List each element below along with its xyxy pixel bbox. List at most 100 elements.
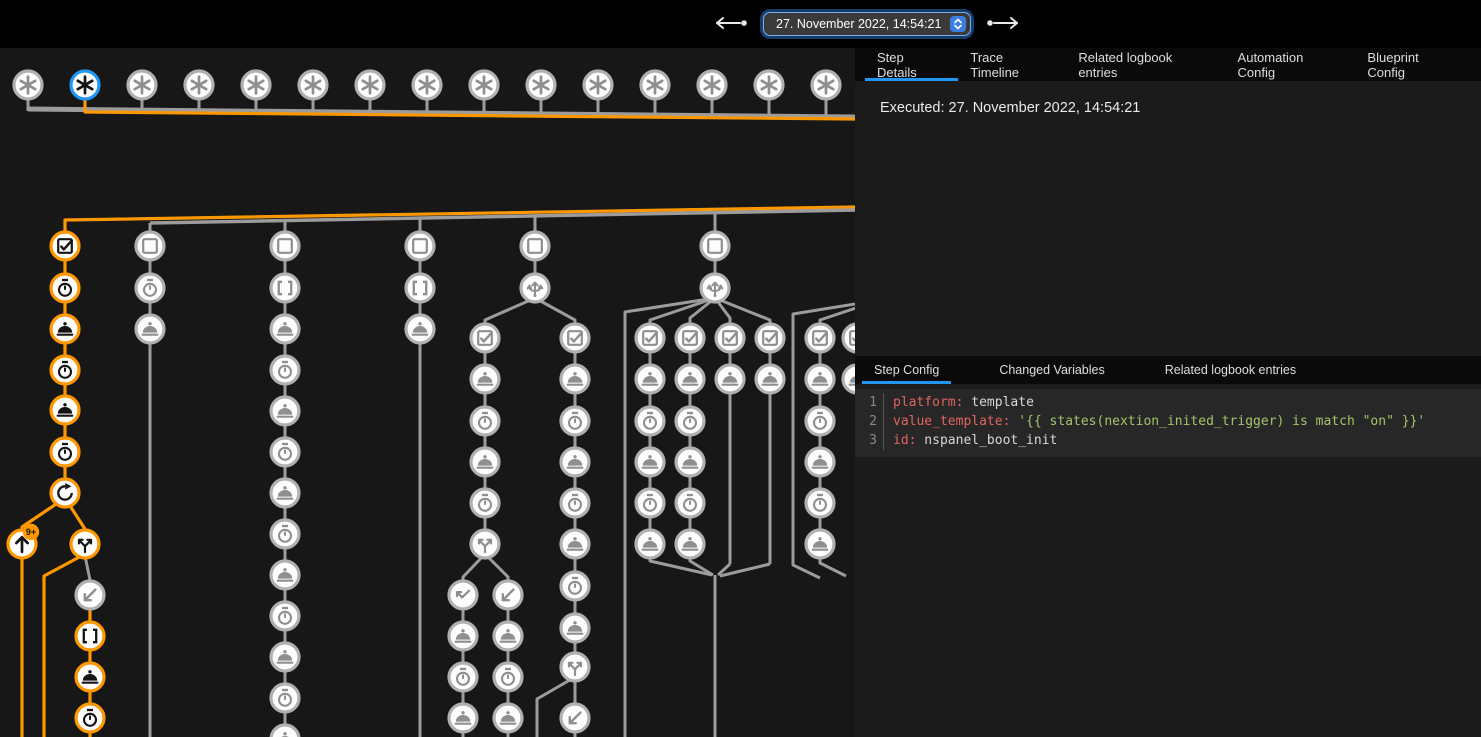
trace-node-asterisk-trigger-icon[interactable] (812, 71, 840, 99)
trace-node-checkbox-condition-icon[interactable] (561, 324, 589, 352)
trace-run-selector[interactable]: 27. November 2022, 14:54:21 (763, 12, 971, 36)
trace-node-service-call-icon[interactable] (271, 725, 299, 737)
trace-node-service-call-icon[interactable] (494, 704, 522, 732)
trace-node-timer-delay-icon[interactable] (136, 274, 164, 302)
trace-node-asterisk-trigger-icon[interactable] (299, 71, 327, 99)
trace-node-timer-delay-icon[interactable] (51, 356, 79, 384)
trace-node-service-call-icon[interactable] (471, 448, 499, 476)
trace-node-service-call-icon[interactable] (271, 479, 299, 507)
trace-node-service-call-icon[interactable] (471, 365, 499, 393)
tab-automation-config[interactable]: Automation Config (1226, 48, 1356, 81)
trace-node-asterisk-trigger-icon[interactable] (698, 71, 726, 99)
trace-node-checkbox-condition-icon[interactable] (636, 324, 664, 352)
trace-node-checkbox-condition-icon[interactable] (806, 324, 834, 352)
trace-node-arrow-bottom-left-icon[interactable] (494, 581, 522, 609)
trace-node-service-call-icon[interactable] (136, 315, 164, 343)
trace-node-timer-delay-icon[interactable] (471, 407, 499, 435)
trace-node-service-call-icon[interactable] (271, 561, 299, 589)
trace-node-asterisk-trigger-icon[interactable] (185, 71, 213, 99)
trace-node-asterisk-trigger-icon[interactable] (755, 71, 783, 99)
trace-node-asterisk-trigger-icon[interactable] (14, 71, 42, 99)
trace-node-checkbox-condition-icon[interactable] (716, 324, 744, 352)
trace-node-service-call-icon[interactable] (406, 315, 434, 343)
trace-node-decision-choose-icon[interactable] (701, 274, 729, 302)
trace-node-timer-delay-icon[interactable] (271, 438, 299, 466)
trace-node-service-call-icon[interactable] (271, 643, 299, 671)
trace-node-timer-delay-icon[interactable] (494, 663, 522, 691)
trace-node-service-call-icon[interactable] (449, 622, 477, 650)
trace-node-asterisk-trigger-icon[interactable] (527, 71, 555, 99)
trace-node-brackets-template-icon[interactable] (406, 274, 434, 302)
trace-node-asterisk-trigger-icon[interactable] (128, 71, 156, 99)
trace-node-timer-delay-icon[interactable] (676, 489, 704, 517)
trace-node-square-condition-icon[interactable] (271, 232, 299, 260)
trace-node-square-condition-icon[interactable] (521, 232, 549, 260)
trace-node-brackets-template-icon[interactable] (271, 274, 299, 302)
trace-node-timer-delay-icon[interactable] (471, 489, 499, 517)
previous-run-button[interactable] (712, 14, 750, 35)
trace-node-square-condition-icon[interactable] (406, 232, 434, 260)
trace-node-asterisk-trigger-icon[interactable] (356, 71, 384, 99)
trace-node-service-call-icon[interactable] (494, 622, 522, 650)
trace-node-asterisk-trigger-icon[interactable] (470, 71, 498, 99)
trace-node-decision-choose-icon[interactable] (521, 274, 549, 302)
tab-related-logbook-entries[interactable]: Related logbook entries (1066, 48, 1225, 81)
trace-graph[interactable]: 9+ (0, 48, 855, 737)
trace-node-timer-delay-icon[interactable] (51, 274, 79, 302)
trace-node-service-call-icon[interactable] (561, 530, 589, 558)
trace-node-checkbox-condition-icon[interactable] (471, 324, 499, 352)
trace-node-service-call-icon[interactable] (806, 530, 834, 558)
trace-node-checkbox-condition-icon[interactable] (676, 324, 704, 352)
tab-step-details[interactable]: Step Details (865, 48, 958, 81)
trace-node-service-call-icon[interactable] (51, 315, 79, 343)
trace-node-square-condition-icon[interactable] (136, 232, 164, 260)
trace-node-timer-delay-icon[interactable] (271, 684, 299, 712)
config-tab-step-config[interactable]: Step Config (862, 356, 951, 384)
trace-node-split-choose-icon[interactable] (71, 530, 99, 558)
trace-node-service-call-icon[interactable] (756, 365, 784, 393)
trace-node-timer-delay-icon[interactable] (806, 407, 834, 435)
trace-node-timer-delay-icon[interactable] (449, 663, 477, 691)
trace-node-asterisk-trigger-icon[interactable] (413, 71, 441, 99)
trace-node-timer-delay-icon[interactable] (676, 407, 704, 435)
trace-node-checkbox-condition-icon[interactable] (756, 324, 784, 352)
trace-node-service-call-icon[interactable] (676, 448, 704, 476)
trace-node-service-call-icon[interactable] (449, 704, 477, 732)
trace-node-timer-delay-icon[interactable] (561, 407, 589, 435)
tab-trace-timeline[interactable]: Trace Timeline (958, 48, 1066, 81)
step-config-code-editor[interactable]: 1platform: template2value_template: '{{ … (855, 389, 1481, 457)
trace-node-split-choose-icon[interactable] (471, 530, 499, 558)
trace-node-asterisk-trigger-icon[interactable] (71, 71, 99, 99)
trace-node-timer-delay-icon[interactable] (636, 407, 664, 435)
trace-node-service-call-icon[interactable] (76, 663, 104, 691)
trace-node-timer-delay-icon[interactable] (561, 489, 589, 517)
trace-node-timer-delay-icon[interactable] (271, 356, 299, 384)
config-tab-changed-variables[interactable]: Changed Variables (987, 356, 1116, 384)
trace-node-timer-delay-icon[interactable] (561, 572, 589, 600)
trace-node-service-call-icon[interactable] (843, 365, 855, 393)
trace-node-service-call-icon[interactable] (676, 365, 704, 393)
trace-node-arrow-bottom-left-icon[interactable] (561, 704, 589, 732)
trace-node-asterisk-trigger-icon[interactable] (584, 71, 612, 99)
tab-blueprint-config[interactable]: Blueprint Config (1355, 48, 1471, 81)
trace-node-service-call-icon[interactable] (806, 448, 834, 476)
trace-node-service-call-icon[interactable] (561, 365, 589, 393)
trace-node-repeat-icon[interactable] (51, 479, 79, 507)
trace-node-service-call-icon[interactable] (561, 614, 589, 642)
trace-node-checkbox-condition-icon[interactable] (843, 324, 855, 352)
trace-node-square-condition-icon[interactable] (701, 232, 729, 260)
trace-node-timer-delay-icon[interactable] (271, 520, 299, 548)
trace-node-service-call-icon[interactable] (676, 530, 704, 558)
trace-node-timer-delay-icon[interactable] (271, 602, 299, 630)
trace-node-service-call-icon[interactable] (51, 396, 79, 424)
trace-node-timer-delay-icon[interactable] (636, 489, 664, 517)
trace-node-service-call-icon[interactable] (271, 315, 299, 343)
trace-node-service-call-icon[interactable] (636, 530, 664, 558)
trace-node-check-arrow-icon[interactable] (449, 581, 477, 609)
trace-node-service-call-icon[interactable] (716, 365, 744, 393)
trace-node-brackets-template-icon[interactable] (76, 622, 104, 650)
trace-node-asterisk-trigger-icon[interactable] (242, 71, 270, 99)
trace-node-service-call-icon[interactable] (636, 448, 664, 476)
trace-node-asterisk-trigger-icon[interactable] (641, 71, 669, 99)
trace-node-service-call-icon[interactable] (806, 365, 834, 393)
